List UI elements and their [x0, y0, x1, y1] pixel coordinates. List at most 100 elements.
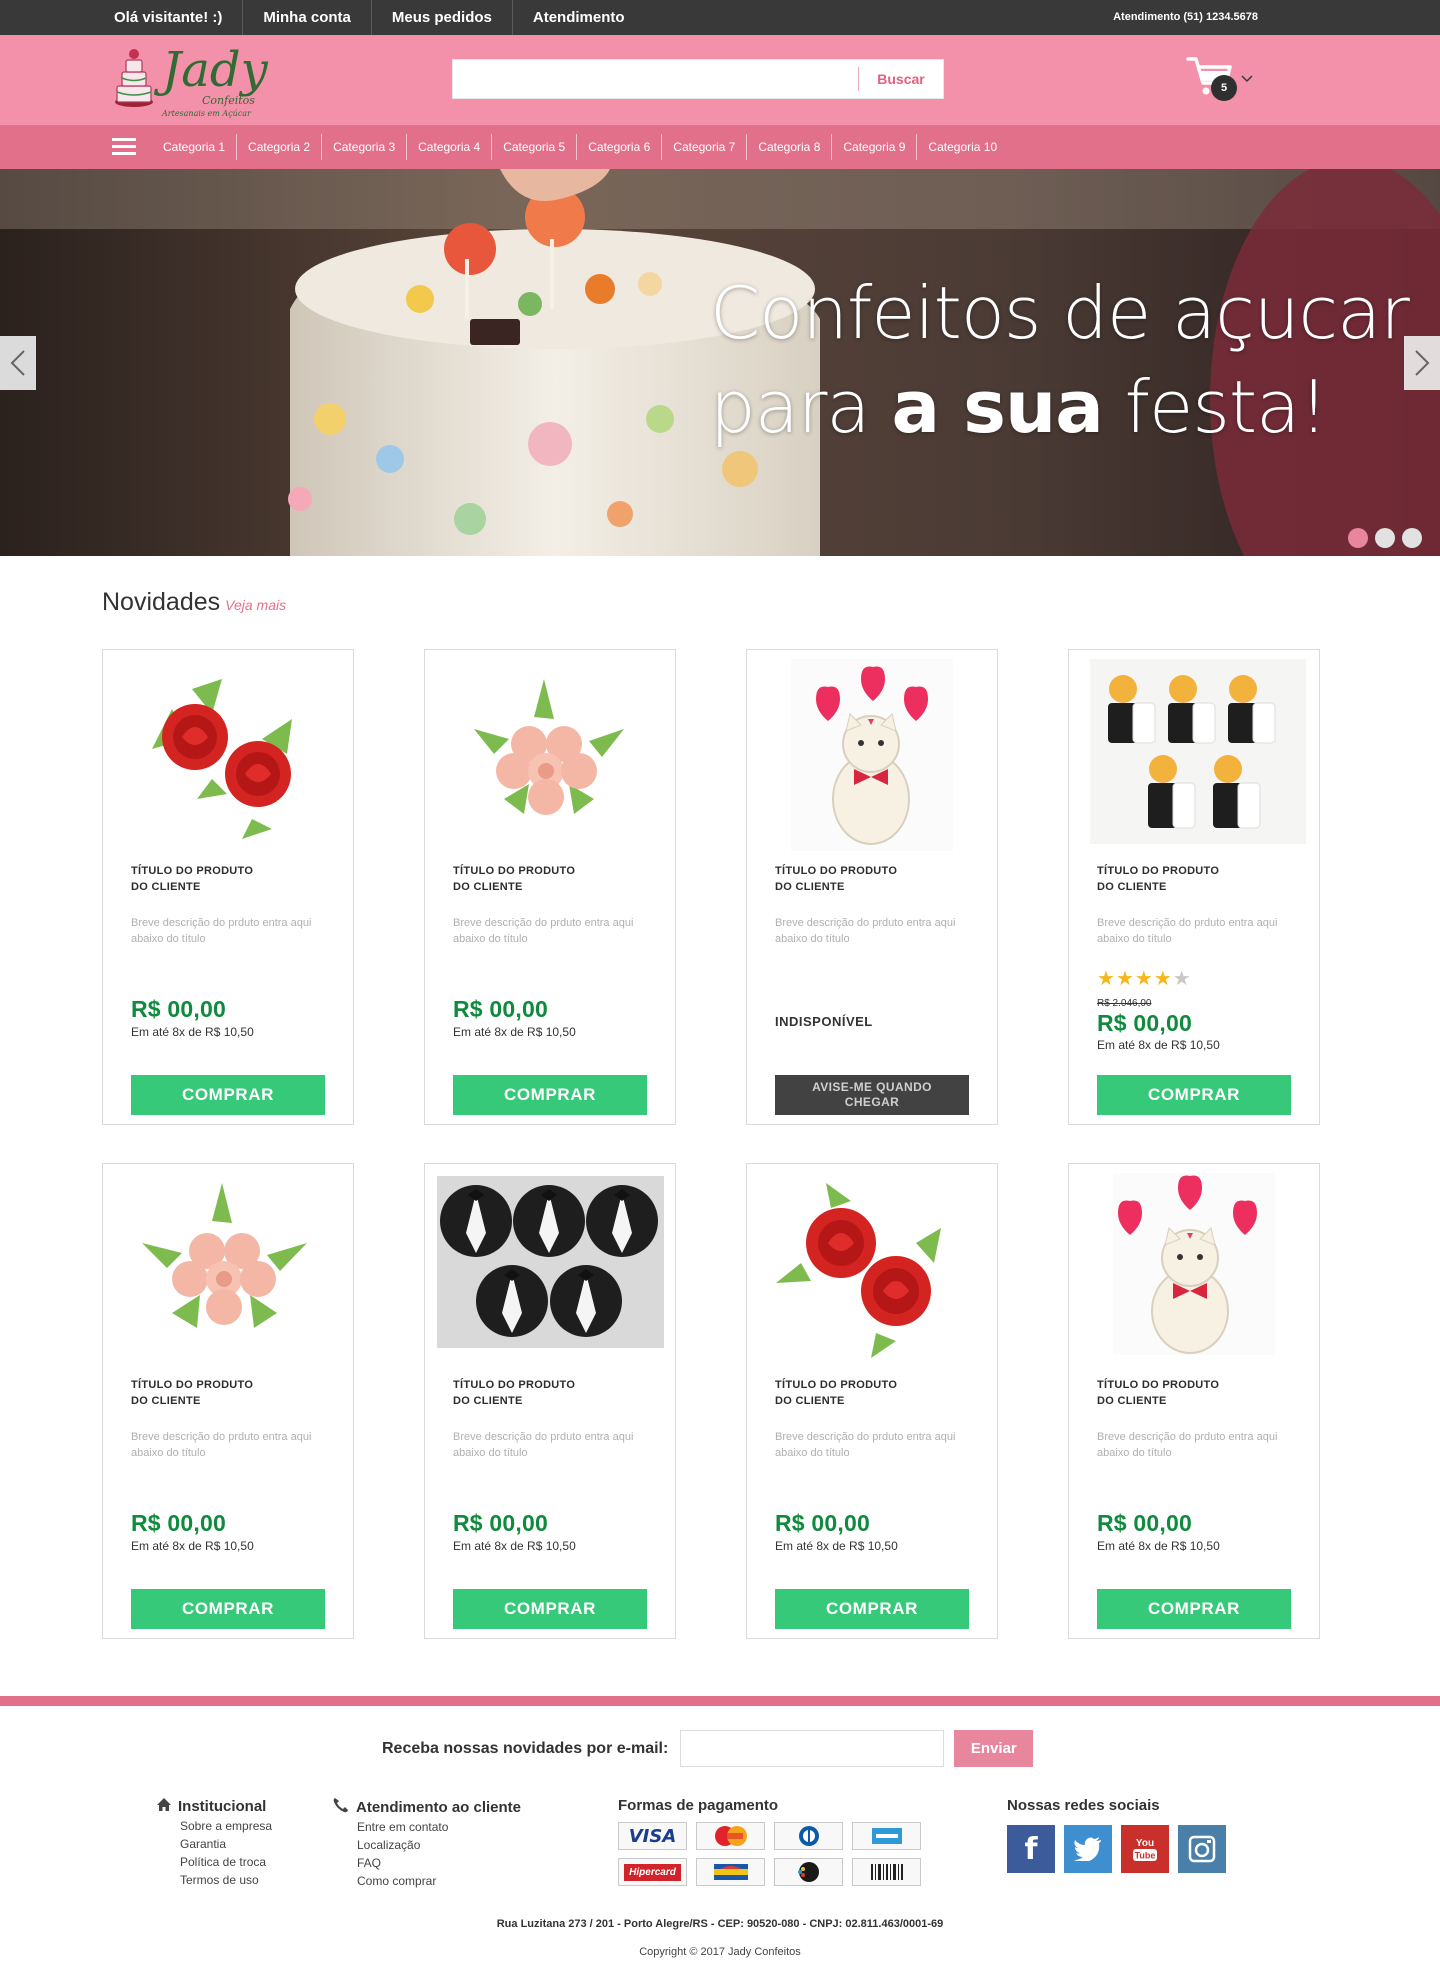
footer-link-faq[interactable]: FAQ: [357, 1854, 521, 1872]
my-orders-link[interactable]: Meus pedidos: [372, 0, 513, 35]
product-installments: Em até 8x de R$ 10,50: [1097, 1038, 1220, 1052]
cat-hearts-image: [791, 659, 953, 851]
product-description: Breve descrição do prduto entra aqui aba…: [775, 1431, 956, 1459]
footer-link-sobre[interactable]: Sobre a empresa: [180, 1817, 272, 1835]
category-item-4[interactable]: Categoria 4: [407, 134, 493, 160]
product-card[interactable]: TÍTULO DO PRODUTO DO CLIENTE Breve descri…: [1068, 649, 1320, 1125]
buy-button[interactable]: COMPRAR: [131, 1075, 325, 1115]
product-image[interactable]: [434, 1173, 666, 1365]
youtube-icon[interactable]: You Tube: [1121, 1825, 1169, 1873]
see-more-link[interactable]: Veja mais: [225, 597, 286, 613]
product-price: R$ 00,00: [775, 1510, 870, 1536]
product-installments: Em até 8x de R$ 10,50: [453, 1025, 576, 1039]
search-box: Buscar: [452, 59, 944, 99]
hipercard-icon: Hipercard: [618, 1858, 687, 1886]
peach-roses-image: [434, 659, 666, 851]
buy-button[interactable]: COMPRAR: [775, 1589, 969, 1629]
buy-button[interactable]: COMPRAR: [453, 1589, 647, 1629]
twitter-icon[interactable]: [1064, 1825, 1112, 1873]
product-description: Breve descrição do prduto entra aqui aba…: [453, 1431, 634, 1459]
category-item-9[interactable]: Categoria 9: [832, 134, 918, 160]
pagamento-title: Formas de pagamento: [618, 1797, 779, 1814]
slide-dot-2[interactable]: [1375, 528, 1395, 548]
product-image[interactable]: [1078, 659, 1310, 851]
category-item-3[interactable]: Categoria 3: [322, 134, 408, 160]
product-card[interactable]: TÍTULO DO PRODUTO DO CLIENTE Breve descri…: [424, 649, 676, 1125]
redes-title: Nossas redes sociais: [1007, 1797, 1160, 1814]
product-title: TÍTULO DO PRODUTO DO CLIENTE: [131, 865, 254, 893]
footer-link-como-comprar[interactable]: Como comprar: [357, 1872, 521, 1890]
red-roses-image: [756, 1173, 988, 1365]
category-item-8[interactable]: Categoria 8: [747, 134, 833, 160]
slide-dot-3[interactable]: [1402, 528, 1422, 548]
footer-link-contato[interactable]: Entre em contato: [357, 1818, 521, 1836]
footer-link-garantia[interactable]: Garantia: [180, 1835, 272, 1853]
cake-logo-icon: [115, 49, 153, 107]
hero-prev-button[interactable]: [0, 336, 36, 390]
phone-icon: [332, 1797, 350, 1817]
search-input[interactable]: [453, 60, 858, 98]
product-card[interactable]: TÍTULO DO PRODUTO DO CLIENTE Breve descri…: [746, 1163, 998, 1639]
chevron-right-icon: [1415, 350, 1430, 376]
novidades-heading: Novidades Veja mais: [102, 588, 286, 617]
star-icon: ★: [1172, 968, 1192, 990]
category-item-5[interactable]: Categoria 5: [492, 134, 578, 160]
product-image[interactable]: [112, 659, 344, 851]
category-item-2[interactable]: Categoria 2: [237, 134, 323, 160]
category-list: Categoria 1 Categoria 2 Categoria 3 Cate…: [152, 125, 1008, 169]
notify-me-button[interactable]: AVISE-ME QUANDO CHEGAR: [775, 1075, 969, 1115]
my-account-link[interactable]: Minha conta: [243, 0, 372, 35]
logo[interactable]: Jady Confeitos Artesanais em Açúcar: [110, 36, 280, 124]
category-item-6[interactable]: Categoria 6: [577, 134, 663, 160]
mastercard-icon: [696, 1822, 765, 1850]
svg-text:You: You: [1136, 1838, 1154, 1849]
product-image[interactable]: [756, 1173, 988, 1365]
product-title: TÍTULO DO PRODUTO DO CLIENTE: [775, 1379, 898, 1407]
star-icon: ★: [1097, 968, 1116, 990]
company-address: Rua Luzitana 273 / 201 - Porto Alegre/RS…: [496, 1918, 944, 1930]
product-installments: Em até 8x de R$ 10,50: [131, 1025, 254, 1039]
buy-button[interactable]: COMPRAR: [1097, 1075, 1291, 1115]
category-item-7[interactable]: Categoria 7: [662, 134, 748, 160]
newsletter-email-input[interactable]: [680, 1730, 945, 1767]
footer-link-troca[interactable]: Política de troca: [180, 1853, 272, 1871]
diners-icon: [774, 1822, 843, 1850]
product-card[interactable]: TÍTULO DO PRODUTO DO CLIENTE Breve descri…: [746, 649, 998, 1125]
product-card[interactable]: TÍTULO DO PRODUTO DO CLIENTE Breve descri…: [102, 649, 354, 1125]
footer-link-termos[interactable]: Termos de uso: [180, 1871, 272, 1889]
product-card[interactable]: TÍTULO DO PRODUTO DO CLIENTE Breve descri…: [1068, 1163, 1320, 1639]
slide-dot-1[interactable]: [1348, 528, 1368, 548]
category-item-10[interactable]: Categoria 10: [917, 134, 1008, 160]
buy-button[interactable]: COMPRAR: [453, 1075, 647, 1115]
search-button[interactable]: Buscar: [859, 60, 943, 98]
product-image[interactable]: [112, 1173, 344, 1365]
star-icon: ★: [1115, 968, 1135, 990]
footer-redes-sociais: Nossas redes sociais f You Tube: [1007, 1797, 1226, 1873]
product-title: TÍTULO DO PRODUTO DO CLIENTE: [1097, 1379, 1220, 1407]
support-link[interactable]: Atendimento: [513, 0, 645, 35]
buy-button[interactable]: COMPRAR: [1097, 1589, 1291, 1629]
product-image[interactable]: [434, 659, 666, 851]
footer-link-localizacao[interactable]: Localização: [357, 1836, 521, 1854]
product-card[interactable]: TÍTULO DO PRODUTO DO CLIENTE Breve descri…: [102, 1163, 354, 1639]
facebook-icon[interactable]: f: [1007, 1825, 1055, 1873]
newsletter-send-button[interactable]: Enviar: [954, 1730, 1034, 1767]
elo-icon: [774, 1858, 843, 1886]
svg-text:Tube: Tube: [1135, 1851, 1156, 1861]
category-item-1[interactable]: Categoria 1: [152, 134, 238, 160]
footer-atendimento: Atendimento ao cliente Entre em contato …: [332, 1797, 521, 1890]
cart-button[interactable]: 5: [1186, 55, 1256, 105]
svg-text:Jady: Jady: [153, 42, 269, 98]
product-card[interactable]: TÍTULO DO PRODUTO DO CLIENTE Breve descri…: [424, 1163, 676, 1639]
instagram-icon[interactable]: [1178, 1825, 1226, 1873]
buy-button[interactable]: COMPRAR: [131, 1589, 325, 1629]
product-image[interactable]: [1078, 1173, 1310, 1365]
payment-methods: VISA Hipercard: [618, 1822, 921, 1886]
product-image[interactable]: [756, 659, 988, 851]
category-nav: Categoria 1 Categoria 2 Categoria 3 Cate…: [0, 125, 1440, 169]
hamburger-menu-icon[interactable]: [112, 138, 138, 156]
hero-title: Confeitos de açucar para a sua festa!: [710, 266, 1410, 454]
social-links: f You Tube: [1007, 1825, 1226, 1873]
hero-next-button[interactable]: [1404, 336, 1440, 390]
svg-text:Artesanais em Açúcar: Artesanais em Açúcar: [161, 109, 252, 118]
